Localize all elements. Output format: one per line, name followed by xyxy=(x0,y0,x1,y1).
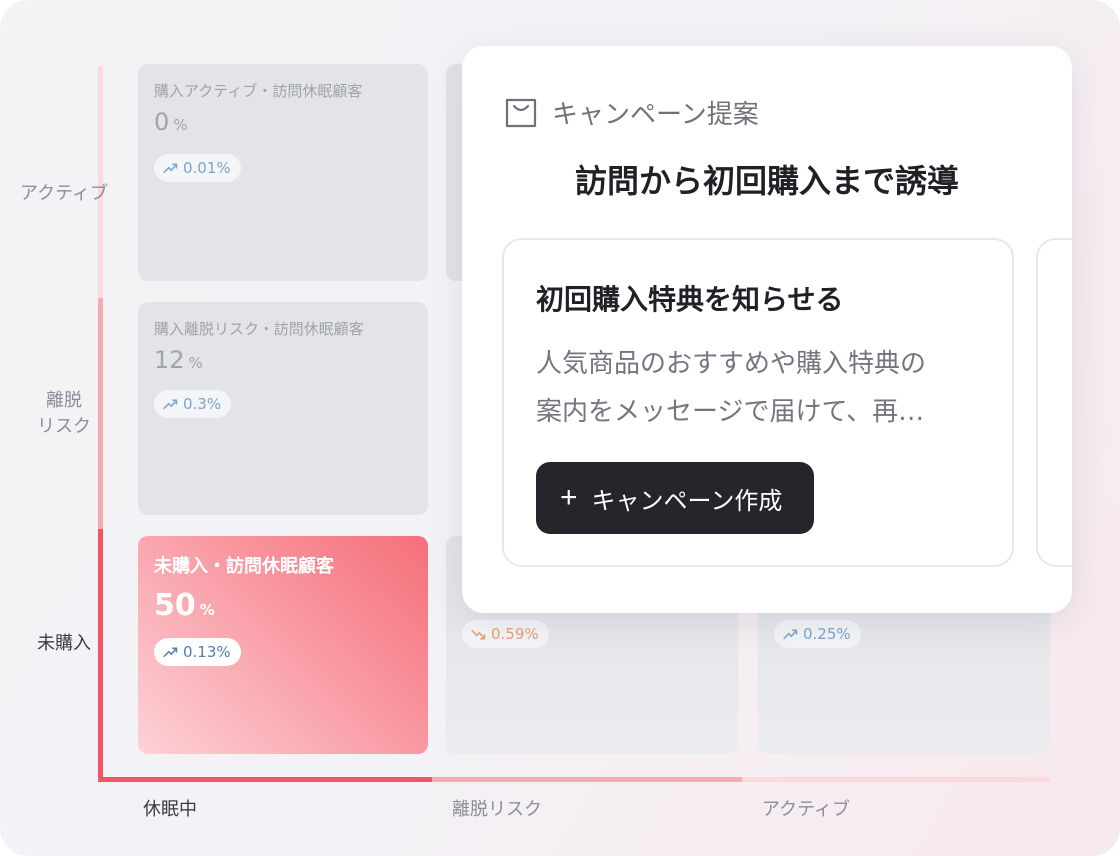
trend-badge: 0.01% xyxy=(154,154,241,182)
x-label-dormant: 休眠中 xyxy=(143,799,197,820)
segment-title: 購入アクティブ・訪問休眠顧客 xyxy=(154,82,363,100)
dashboard-frame: アクティブ 離脱 リスク 未購入 休眠中 離脱リスク アクティブ 購入アクティブ… xyxy=(0,0,1120,856)
y-label-active: アクティブ xyxy=(19,183,109,204)
shopping-bag-icon xyxy=(505,98,537,127)
card-header: キャンペーン提案 xyxy=(504,94,759,131)
card-label: キャンペーン提案 xyxy=(552,100,759,130)
x-label-active: アクティブ xyxy=(762,799,851,820)
trend-down-icon xyxy=(471,629,486,640)
campaign-suggestion-card: キャンペーン提案 訪問から初回購入まで誘導 初回購入特典を知らせる 人気商品のお… xyxy=(462,46,1072,613)
segment-percentage: 50% xyxy=(154,588,215,623)
suggestion-description: 人気商品のおすすめや購入特典の 案内をメッセージで届けて、再… xyxy=(536,349,927,427)
trend-badge: 0.3% xyxy=(154,390,232,418)
suggestion-item[interactable]: 初回購入特典を知らせる 人気商品のおすすめや購入特典の 案内をメッセージで届けて… xyxy=(502,238,1014,567)
segment-percentage: 0% xyxy=(154,108,188,136)
trend-up-icon xyxy=(163,646,178,657)
trend-up-icon xyxy=(163,162,178,173)
trend-up-icon xyxy=(163,398,178,409)
trend-up-icon xyxy=(783,628,798,639)
x-axis-line-right xyxy=(742,777,1050,782)
x-label-churn-risk: 離脱リスク xyxy=(452,799,542,820)
segment-cell-active-dormant[interactable]: 購入アクティブ・訪問休眠顧客 0% 0.01% xyxy=(138,64,428,281)
segment-cell-churn-dormant[interactable]: 購入離脱リスク・訪問休眠顧客 12% 0.3% xyxy=(138,302,428,515)
segment-percentage: 12% xyxy=(154,346,203,374)
segment-cell-no-purchase-dormant[interactable]: 未購入・訪問休眠顧客 50% 0.13% xyxy=(138,536,428,754)
next-suggestion-item[interactable] xyxy=(1036,238,1072,567)
y-label-no-purchase: 未購入 xyxy=(37,633,91,654)
x-axis-line-mid xyxy=(432,777,742,782)
create-campaign-button[interactable]: + キャンペーン作成 xyxy=(536,462,815,534)
y-label-churn-risk: 離脱 リスク xyxy=(37,390,91,437)
trend-badge: 0.59% xyxy=(462,620,549,648)
segment-title: 未購入・訪問休眠顧客 xyxy=(154,556,334,577)
trend-badge: 0.25% xyxy=(774,620,861,648)
trend-badge: 0.13% xyxy=(154,638,241,666)
x-axis-line-left xyxy=(98,777,432,782)
card-title: 訪問から初回購入まで誘導 xyxy=(574,162,959,200)
suggestion-title: 初回購入特典を知らせる xyxy=(536,283,844,316)
plus-icon: + xyxy=(560,481,578,514)
segment-title: 購入離脱リスク・訪問休眠顧客 xyxy=(154,320,364,338)
